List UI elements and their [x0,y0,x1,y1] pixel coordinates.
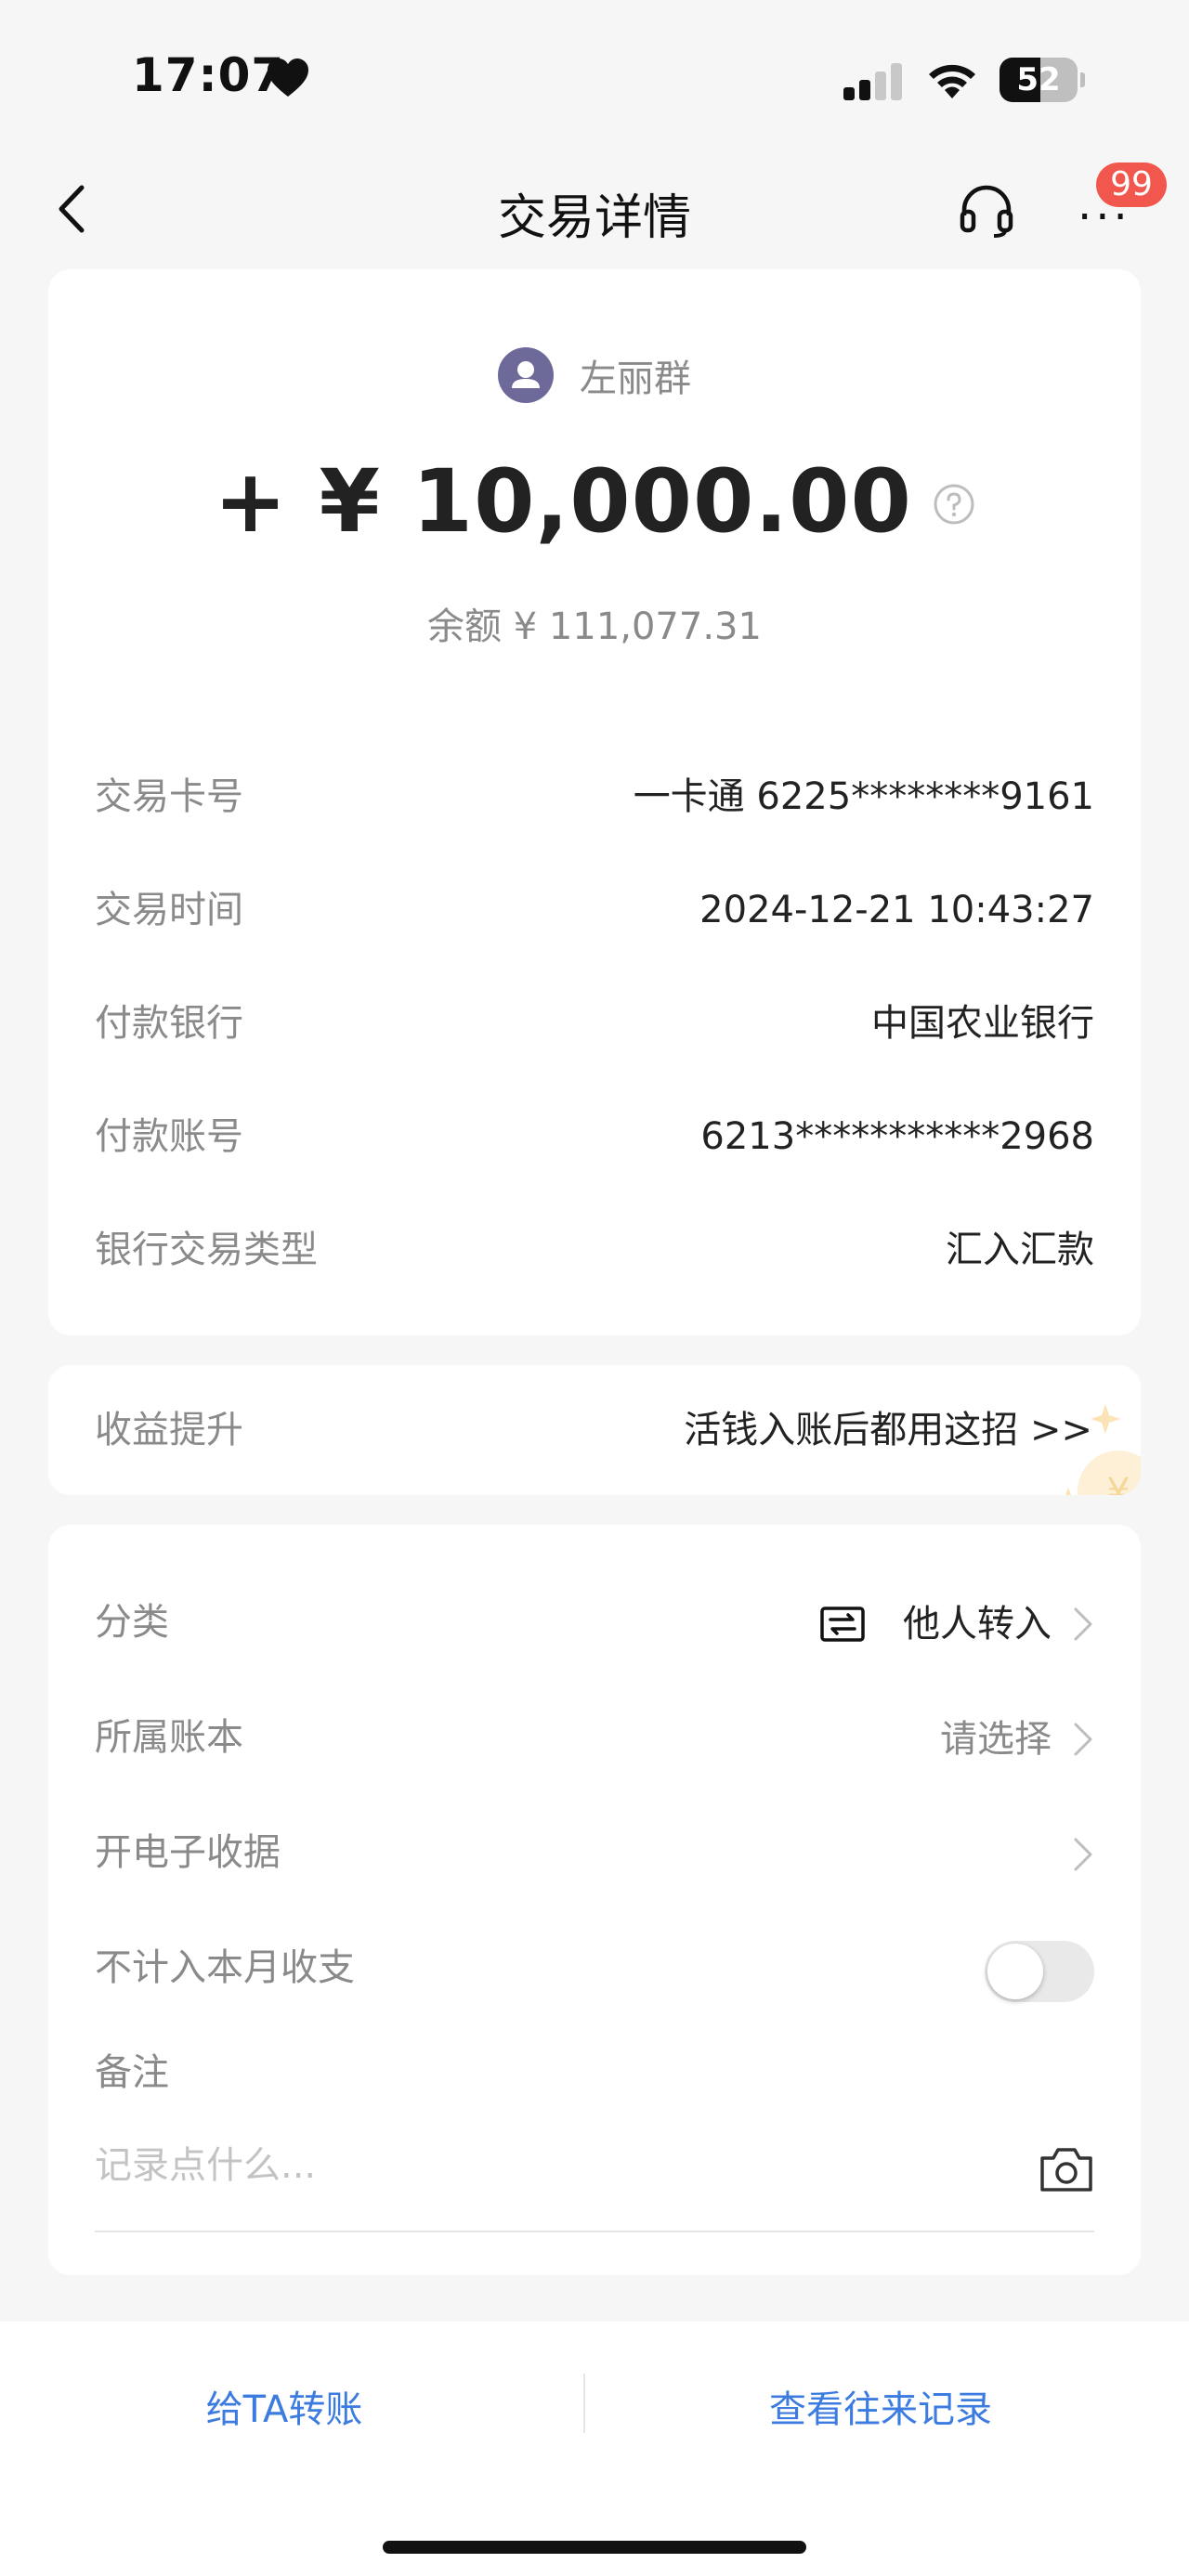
detail-row-payer-bank: 付款银行 中国农业银行 [95,995,1094,1051]
payer: 左丽群 [48,347,1141,409]
transaction-amount: + ¥ 10,000.00 [214,451,912,553]
coin-icon: ¥ [1065,1404,1141,1495]
detail-label: 交易卡号 [95,775,243,818]
detail-label: 银行交易类型 [95,1229,318,1271]
receipt-row[interactable]: 开电子收据 [95,1820,1094,1885]
transfer-button[interactable]: 给TA转账 [0,2377,581,2442]
notification-badge: 99 [1096,163,1167,207]
headset-icon [960,185,1013,238]
heart-icon [268,59,308,97]
exclude-label: 不计入本月收支 [95,1946,355,1989]
exclude-row: 不计入本月收支 [95,1935,1094,2002]
battery-indicator: 52 [1000,58,1085,102]
detail-value: 汇入汇款 [946,1229,1094,1271]
camera-icon[interactable] [1039,2145,1094,2193]
detail-row-payer-account: 付款账号 6213***********2968 [95,1109,1094,1164]
ledger-row[interactable]: 所属账本 请选择 [95,1705,1094,1770]
chevron-right-icon [1074,1723,1092,1756]
exclude-toggle[interactable] [985,1941,1094,2002]
category-label: 分类 [95,1601,169,1644]
more-icon: ··· [1078,191,1131,243]
detail-label: 付款银行 [95,1002,243,1045]
detail-label: 付款账号 [95,1115,243,1158]
detail-value: 6213***********2968 [700,1115,1094,1158]
balance: 余额 ¥ 111,077.31 [427,605,762,648]
transaction-detail-page: 17:07 52 交易详情 ··· 99 左丽群 + ¥ 10,000.00 余… [0,0,1189,2576]
detail-row-transaction-type: 银行交易类型 汇入汇款 [95,1222,1094,1278]
category-value: 他人转入 [903,1603,1052,1646]
note-input[interactable] [95,2138,1024,2193]
detail-value: 一卡通 6225********9161 [633,775,1094,818]
ledger-label: 所属账本 [95,1716,243,1759]
settings-card: 分类 他人转入 所属账本 请选择 开电子收据 不计入本月收支 备注 记录点什么.… [48,1525,1141,2275]
svg-text:¥: ¥ [1106,1471,1130,1495]
help-icon[interactable] [933,483,975,526]
status-time: 17:07 [132,48,285,102]
status-bar: 17:07 52 [0,0,1189,149]
amount-row: + ¥ 10,000.00 [48,451,1141,553]
detail-value: 2024-12-21 10:43:27 [699,889,1094,931]
chevron-right-icon [1074,1607,1092,1641]
benefit-card[interactable]: 收益提升 活钱入账后都用这招 >> ¥ [48,1365,1141,1495]
detail-label: 交易时间 [95,889,243,931]
ledger-value: 请选择 [940,1718,1052,1761]
wifi-icon [929,64,975,98]
note-underline [95,2231,1094,2232]
note-label: 备注 [95,2051,169,2094]
history-button[interactable]: 查看往来记录 [583,2377,1178,2442]
detail-row-time: 交易时间 2024-12-21 10:43:27 [95,882,1094,938]
transfer-icon [820,1607,865,1642]
avatar [498,347,554,403]
detail-value: 中国农业银行 [871,1002,1094,1045]
benefit-link[interactable]: 活钱入账后都用这招 >> [684,1402,1092,1458]
user-icon [512,361,540,388]
receipt-label: 开电子收据 [95,1831,281,1874]
nav-bar: 交易详情 ··· [0,158,1189,260]
home-indicator[interactable] [383,2541,806,2554]
signal-icon [843,63,902,100]
toggle-knob [987,1944,1043,1999]
category-row[interactable]: 分类 他人转入 [95,1590,1094,1655]
payer-name: 左丽群 [580,358,691,400]
battery-level: 52 [1016,61,1061,98]
benefit-label: 收益提升 [95,1409,243,1451]
detail-row-card-number: 交易卡号 一卡通 6225********9161 [95,769,1094,825]
customer-service-button[interactable] [957,180,1016,240]
bottom-action-bar: 给TA转账 查看往来记录 [0,2322,1189,2576]
chevron-right-icon [1074,1838,1092,1871]
transaction-summary-card: 左丽群 + ¥ 10,000.00 余额 ¥ 111,077.31 交易卡号 一… [48,269,1141,1335]
